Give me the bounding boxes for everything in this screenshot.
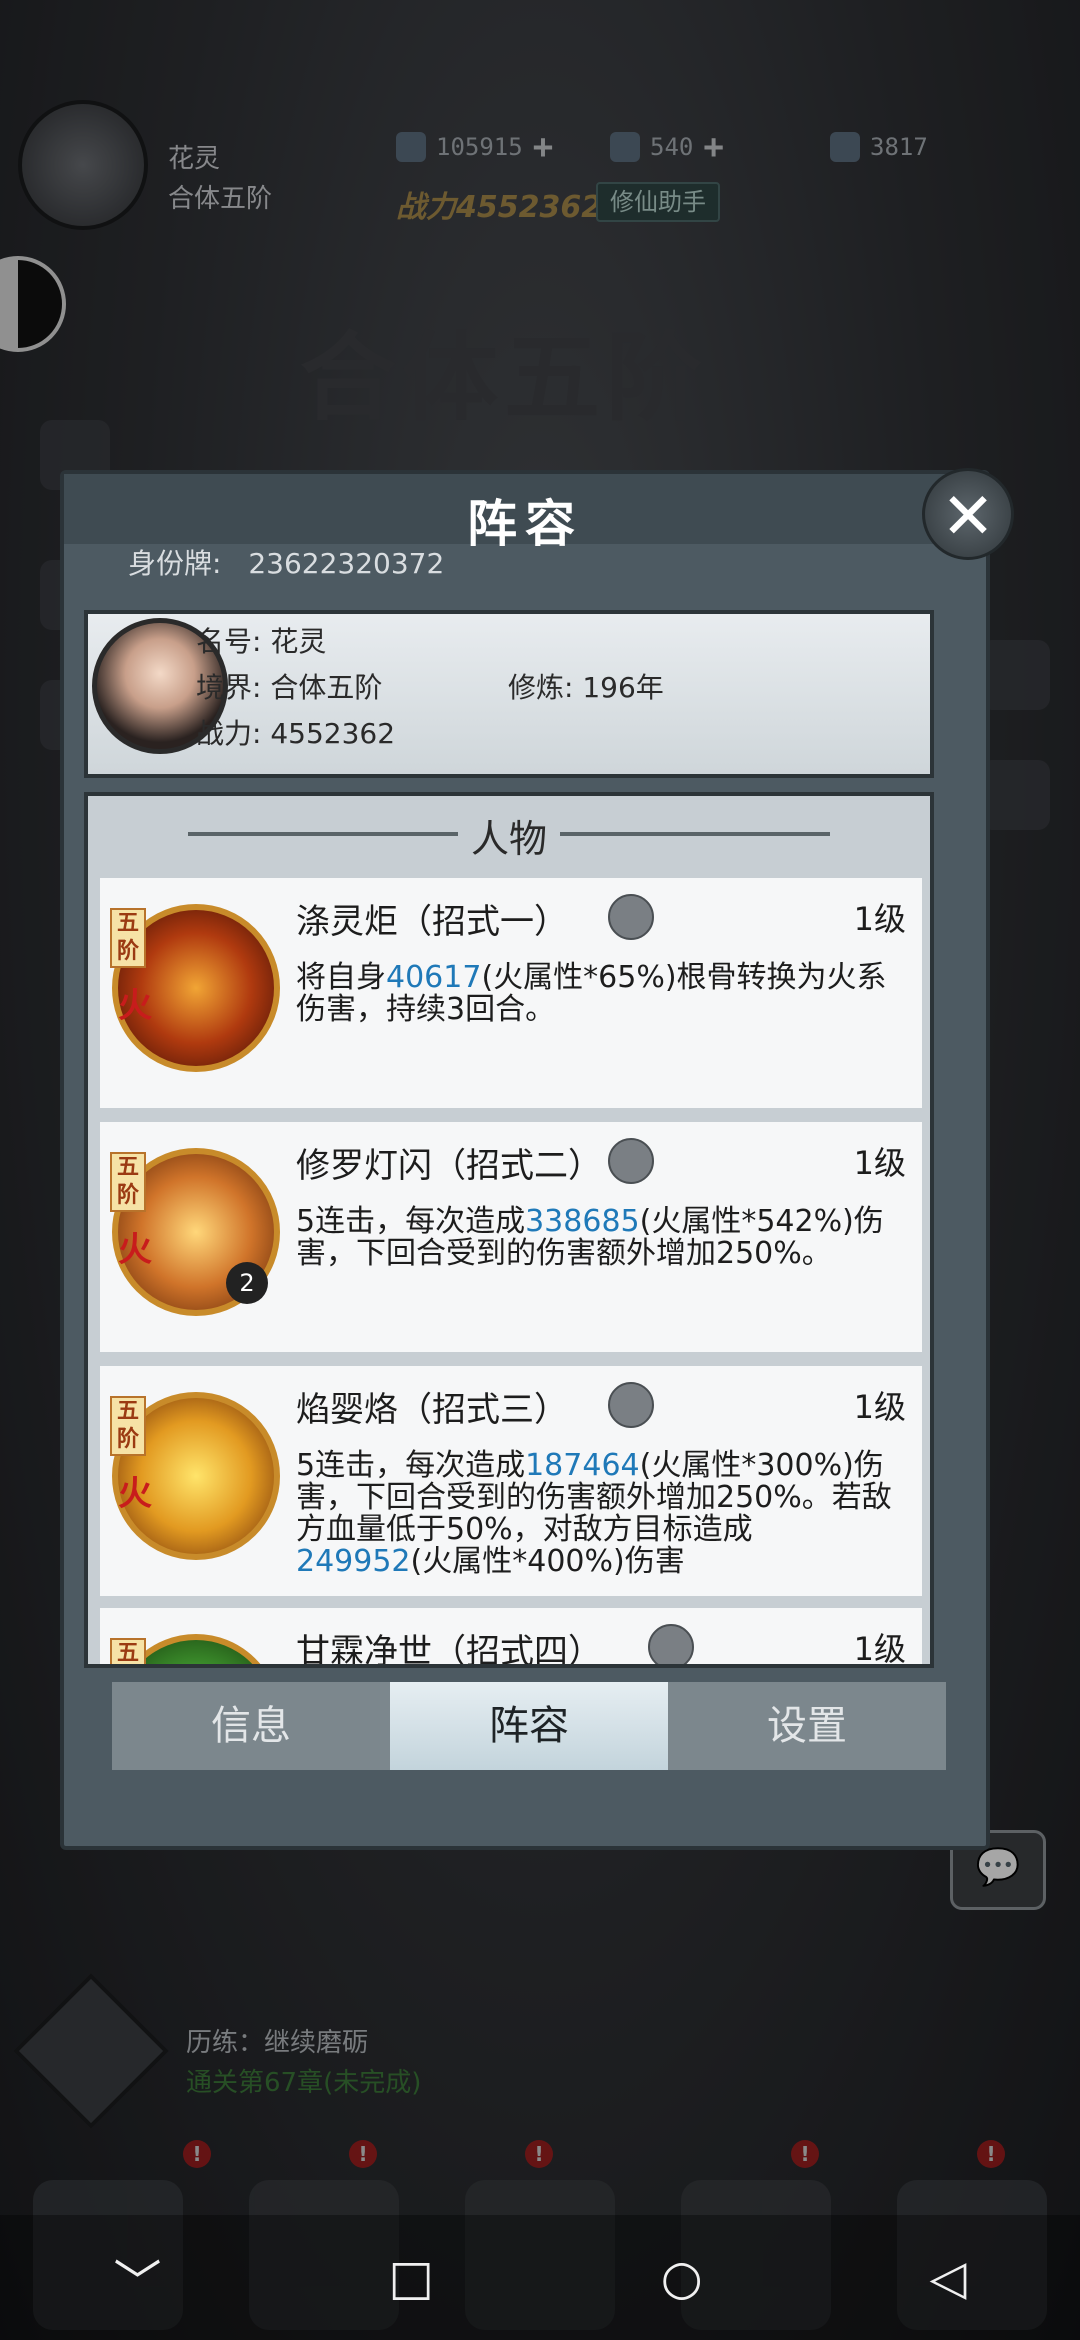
tab-info[interactable]: 信息 [112, 1682, 390, 1770]
realm-label: 境界: [196, 671, 262, 704]
tab-lineup[interactable]: 阵容 [390, 1682, 668, 1770]
skill-name: 甘霖净世（招式四） [296, 1632, 602, 1668]
skill-type-icon [608, 1382, 654, 1428]
profile-card: 名号: 花灵 境界: 合体五阶 修炼: 196年 战力: 4552362 [84, 610, 934, 778]
section-title: 人物 [88, 808, 930, 863]
id-label: 身份牌: [128, 547, 222, 580]
cultivation-value: 196年 [582, 671, 664, 704]
skill-list[interactable]: 人物 五阶 火 涤灵炬（招式一） 1级 将自身40617(火属性*65%)根骨转… [84, 792, 934, 1668]
skill-name: 焰婴烙（招式三） [296, 1390, 568, 1430]
id-value: 23622320372 [248, 547, 445, 580]
power-value: 4552362 [270, 717, 396, 750]
panel-tabs: 信息 阵容 设置 [112, 1682, 946, 1770]
home-nav-icon[interactable]: ○ [661, 2250, 703, 2306]
recents-nav-icon[interactable]: □ [388, 2250, 433, 2306]
element-label: 火 [118, 1474, 152, 1514]
back-nav-icon[interactable]: ◁ [930, 2250, 967, 2306]
skill-name: 修罗灯闪（招式二） [296, 1146, 602, 1186]
close-button[interactable]: ✕ [922, 468, 1014, 560]
element-label: 火 [118, 986, 152, 1026]
tier-tag: 五阶 [110, 908, 146, 968]
skill-type-icon [648, 1624, 694, 1664]
collapse-nav-icon[interactable]: ﹀ [113, 2243, 161, 2313]
tier-tag: 五阶 [110, 1396, 146, 1456]
realm-row: 境界: 合体五阶 [196, 666, 382, 706]
skill-level: 1级 [853, 1630, 906, 1668]
skill-item[interactable]: 五阶 火 涤灵炬（招式一） 1级 将自身40617(火属性*65%)根骨转换为火… [100, 878, 922, 1108]
skill-description: 5连击，每次造成338685(火属性*542%)伤害，下回合受到的伤害额外增加2… [296, 1204, 884, 1271]
power-label: 战力: [196, 717, 262, 750]
skill-level: 1级 [853, 1388, 906, 1426]
skill-level: 1级 [853, 1144, 906, 1182]
id-row: 身份牌: 23622320372 [128, 542, 462, 582]
skill-item[interactable]: 五阶 火 焰婴烙（招式三） 1级 5连击，每次造成187464(火属性*300%… [100, 1366, 922, 1596]
name-value: 花灵 [270, 625, 327, 658]
system-navbar: ﹀ □ ○ ◁ [0, 2215, 1080, 2340]
skill-description: 5连击，每次造成187464(火属性*300%)伤害，下回合受到的伤害额外增加2… [296, 1448, 892, 1579]
name-row: 名号: 花灵 [196, 620, 326, 660]
realm-value: 合体五阶 [270, 671, 383, 704]
skill-item[interactable]: 五阶 火 2 修罗灯闪（招式二） 1级 5连击，每次造成338685(火属性*5… [100, 1122, 922, 1352]
skill-type-icon [608, 894, 654, 940]
lineup-panel: 阵容 ✕ 身份牌: 23622320372 名号: 花灵 境界: 合体五阶 修炼… [60, 468, 1014, 1850]
skill-description: 将自身40617(火属性*65%)根骨转换为火系伤害，持续3回合。 [296, 960, 887, 1027]
skill-level: 1级 [853, 900, 906, 938]
cultivation-label: 修炼: [508, 671, 574, 704]
skill-item[interactable]: 五阶 甘霖净世（招式四） 1级 [100, 1608, 922, 1668]
cultivation-row: 修炼: 196年 [508, 666, 664, 706]
count-badge: 2 [226, 1262, 268, 1304]
tab-settings[interactable]: 设置 [668, 1682, 946, 1770]
element-label: 火 [118, 1230, 152, 1270]
power-row: 战力: 4552362 [196, 712, 395, 752]
skill-name: 涤灵炬（招式一） [296, 902, 568, 942]
name-label: 名号: [196, 625, 262, 658]
skill-type-icon [608, 1138, 654, 1184]
tier-tag: 五阶 [110, 1638, 146, 1664]
tier-tag: 五阶 [110, 1152, 146, 1212]
